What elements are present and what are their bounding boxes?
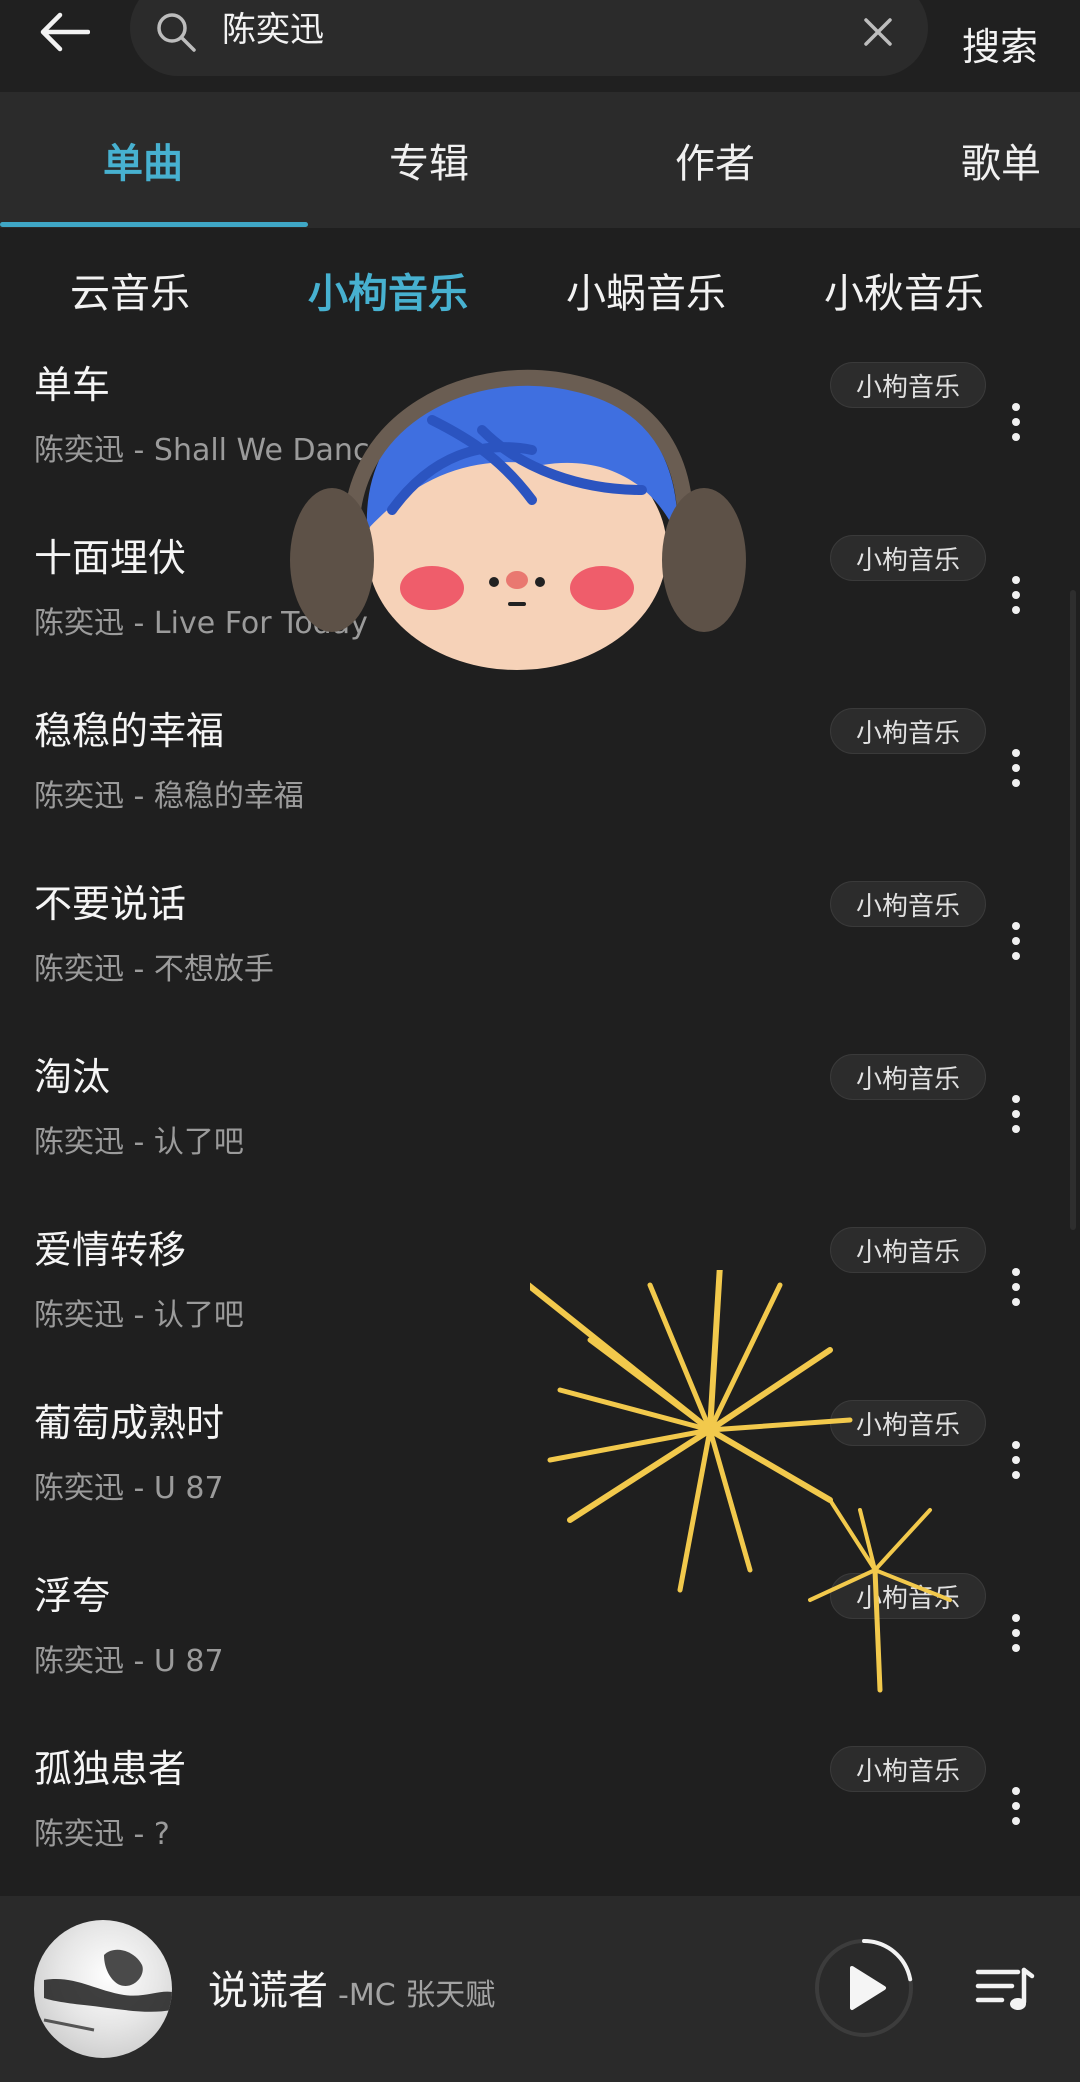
song-title: 爱情转移 <box>34 1228 187 1272</box>
song-title: 十面埋伏 <box>34 536 187 580</box>
song-title: 稳稳的幸福 <box>34 709 225 753</box>
search-query[interactable]: 陈奕迅 <box>222 8 324 52</box>
more-vertical-icon[interactable] <box>996 1776 1036 1836</box>
source-badge: 小枸音乐 <box>830 362 986 408</box>
fireworks-sticker-icon <box>530 1270 952 1693</box>
source-badge: 小枸音乐 <box>830 1746 986 1792</box>
source-tab-xiaogou[interactable]: 小枸音乐 <box>308 264 468 324</box>
song-row[interactable]: 稳稳的幸福 陈奕迅 - 稳稳的幸福 小枸音乐 <box>0 696 1080 868</box>
album-cover-image <box>43 1949 172 2032</box>
song-subtitle: 陈奕迅 - 认了吧 <box>34 1298 244 1333</box>
more-vertical-icon[interactable] <box>996 1603 1036 1663</box>
more-vertical-icon[interactable] <box>996 1430 1036 1490</box>
source-tab-cloud[interactable]: 云音乐 <box>70 264 190 324</box>
now-playing-artist[interactable]: -MC 张天赋 <box>338 1974 495 2018</box>
more-vertical-icon[interactable] <box>996 1257 1036 1317</box>
source-badge: 小枸音乐 <box>830 1227 986 1273</box>
source-badge: 小枸音乐 <box>830 535 986 581</box>
now-playing-title[interactable]: 说谎者 <box>208 1966 328 2016</box>
more-vertical-icon[interactable] <box>996 1084 1036 1144</box>
tab-playlists[interactable]: 歌单 <box>866 92 1080 228</box>
source-tab-xiaoqiu[interactable]: 小秋音乐 <box>824 264 984 324</box>
source-badge: 小枸音乐 <box>830 881 986 927</box>
source-tabs: 云音乐 小枸音乐 小蜗音乐 小秋音乐 <box>0 240 1080 350</box>
scrollbar[interactable] <box>1070 590 1076 1230</box>
song-subtitle: 陈奕迅 - U 87 <box>34 1471 224 1506</box>
arrow-left-icon <box>40 12 90 52</box>
song-title: 孤独患者 <box>34 1747 187 1791</box>
song-title: 淘汰 <box>34 1055 111 1099</box>
playlist-icon[interactable] <box>974 1958 1036 2018</box>
tab-artists[interactable]: 作者 <box>580 92 850 228</box>
source-tab-xiaowo[interactable]: 小蜗音乐 <box>566 264 726 324</box>
song-subtitle: 陈奕迅 - 稳稳的幸福 <box>34 779 304 814</box>
search-results-screen: 陈奕迅 搜索 单曲 专辑 作者 歌单 云音乐 小枸音乐 小蜗音乐 小秋音乐 单车… <box>0 0 1080 2082</box>
category-tabs: 单曲 专辑 作者 歌单 <box>0 92 1080 228</box>
tab-songs[interactable]: 单曲 <box>8 92 278 228</box>
song-title: 浮夸 <box>34 1574 111 1618</box>
play-icon[interactable] <box>812 1936 916 2040</box>
song-row[interactable]: 不要说话 陈奕迅 - 不想放手 小枸音乐 <box>0 869 1080 1041</box>
more-vertical-icon[interactable] <box>996 392 1036 452</box>
song-title: 单车 <box>34 363 111 407</box>
more-vertical-icon[interactable] <box>996 565 1036 625</box>
search-header: 陈奕迅 搜索 <box>0 0 1080 92</box>
song-title: 葡萄成熟时 <box>34 1401 225 1445</box>
more-vertical-icon[interactable] <box>996 738 1036 798</box>
source-badge: 小枸音乐 <box>830 708 986 754</box>
song-subtitle: 陈奕迅 - 不想放手 <box>34 952 274 987</box>
mini-player[interactable]: 说谎者 -MC 张天赋 <box>0 1896 1080 2082</box>
mascot-sticker-icon <box>290 369 746 670</box>
search-input[interactable]: 陈奕迅 <box>130 0 928 76</box>
search-button[interactable]: 搜索 <box>962 22 1038 72</box>
close-icon[interactable] <box>858 12 898 52</box>
song-subtitle: 陈奕迅 - U 87 <box>34 1644 224 1679</box>
active-tab-indicator <box>0 222 308 227</box>
song-row[interactable]: 淘汰 陈奕迅 - 认了吧 小枸音乐 <box>0 1042 1080 1214</box>
source-badge: 小枸音乐 <box>830 1054 986 1100</box>
song-subtitle: 陈奕迅 - ? <box>34 1817 170 1852</box>
search-icon <box>157 13 196 52</box>
album-art[interactable] <box>34 1920 172 2058</box>
more-vertical-icon[interactable] <box>996 911 1036 971</box>
song-row[interactable]: 孤独患者 陈奕迅 - ? 小枸音乐 <box>0 1734 1080 1906</box>
song-title: 不要说话 <box>34 882 187 926</box>
tab-albums[interactable]: 专辑 <box>294 92 564 228</box>
song-subtitle: 陈奕迅 - 认了吧 <box>34 1125 244 1160</box>
back-button[interactable] <box>28 0 100 64</box>
